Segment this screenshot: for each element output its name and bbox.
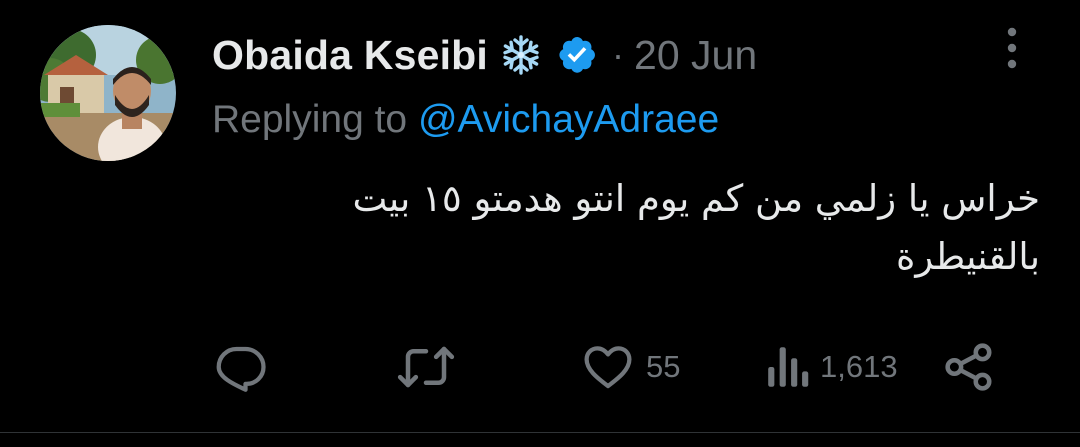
verified-badge-icon[interactable]	[556, 34, 598, 76]
snowflake-icon	[500, 34, 542, 76]
avatar[interactable]	[40, 25, 176, 161]
views-count: 1,613	[820, 349, 898, 384]
replying-to-label: Replying to	[212, 98, 408, 141]
author-display-name[interactable]: Obaida Kseibi	[212, 32, 488, 79]
tweet-date[interactable]: 20 Jun	[634, 32, 757, 79]
reply-button[interactable]	[214, 335, 268, 399]
reply-bubble-icon	[216, 346, 266, 392]
tweet[interactable]: Obaida Kseibi · 20 Jun Replying to @Avic…	[0, 0, 1080, 447]
replying-to-line: Replying to @AvichayAdraee	[212, 98, 719, 142]
tweet-header: Obaida Kseibi · 20 Jun	[212, 26, 757, 84]
tweet-divider	[0, 432, 1080, 433]
views-chart-icon	[768, 347, 809, 387]
tweet-text: خراس يا زلمي من كم يوم انتو هدمتو ١٥ بيت…	[352, 177, 1040, 278]
heart-icon	[584, 346, 632, 389]
reply-handle-link[interactable]: @AvichayAdraee	[418, 98, 719, 141]
like-button[interactable]: 55	[580, 335, 680, 399]
retweet-icon	[397, 346, 455, 388]
like-count: 55	[646, 349, 681, 384]
action-bar: 55 1,613	[0, 335, 1080, 399]
header-separator: ·	[612, 34, 625, 75]
views-button[interactable]: 1,613	[766, 335, 898, 399]
share-button[interactable]	[942, 335, 996, 399]
more-options-icon[interactable]	[1000, 22, 1024, 74]
share-icon	[945, 343, 992, 391]
retweet-button[interactable]	[396, 335, 456, 399]
